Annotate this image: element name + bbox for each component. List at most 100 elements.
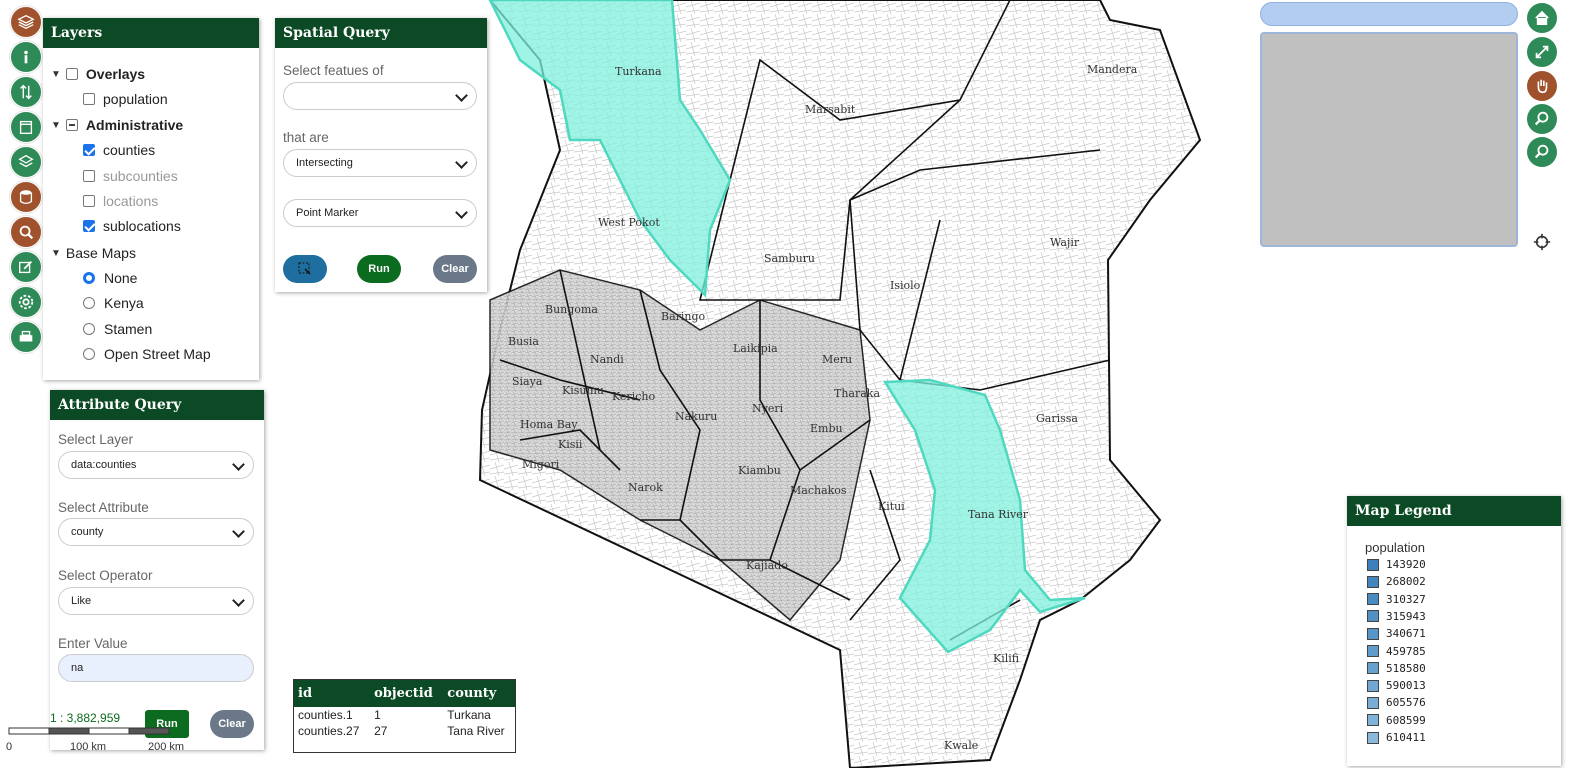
column-header-objectid[interactable]: objectid [370,680,444,707]
table-row[interactable]: counties.1 1 Turkana [294,707,515,723]
spatial-layer-select[interactable] [283,82,477,110]
administrative-checkbox[interactable] [65,119,78,131]
legend-item-label: 143920 [1386,558,1426,571]
attr-value-input[interactable]: na [58,654,254,682]
draw-selection-button[interactable] [283,255,327,283]
spatial-run-button[interactable]: Run [357,255,401,283]
counties-checkbox[interactable] [83,144,95,156]
zoom-out-icon[interactable] [1527,137,1557,167]
label-kilifi: Kilifi [993,652,1020,665]
legend-item: 315943 [1367,610,1426,623]
bookmark-icon[interactable] [10,111,42,143]
legend-swatch [1367,679,1379,692]
swap-icon[interactable] [10,76,42,108]
chevron-down-icon [455,206,468,219]
label-meru: Meru [822,353,852,366]
zoom-in-icon[interactable] [1527,104,1557,134]
chevron-down-icon [232,594,245,607]
spatial-clear-button[interactable]: Clear [433,255,477,283]
layer-counties[interactable]: counties [83,142,155,158]
column-header-id[interactable]: id [294,680,371,707]
edit-icon[interactable] [10,251,42,283]
label-kajiado: Kajiado [746,559,788,572]
table-row[interactable]: counties.27 27 Tana River [294,723,515,739]
label-kisii: Kisii [558,438,583,451]
label-kisumu: Kisumu [562,384,604,397]
layer-locations[interactable]: locations [83,193,158,209]
legend-swatch [1367,731,1379,744]
layer-sublocations[interactable]: sublocations [83,218,181,234]
overlays-checkbox[interactable] [65,68,78,80]
label-baringo: Baringo [661,310,706,323]
basemaps-group[interactable]: ▼ Base Maps [51,245,136,261]
label-tana-river: Tana River [968,508,1029,521]
settings-icon[interactable] [10,286,42,318]
home-icon[interactable] [1527,3,1557,33]
overlays-group[interactable]: ▼ Overlays [51,66,145,82]
basemap-osm-radio[interactable] [83,348,95,360]
legend-item: 143920 [1367,558,1426,571]
legend-swatch [1367,593,1379,606]
scale-bar: 1 : 3,882,959 0 100 km 200 km [6,711,188,758]
basemap-stamen-radio[interactable] [83,323,95,335]
basemap-stamen[interactable]: Stamen [83,321,152,337]
cell-county: Turkana [447,708,491,722]
basemap-none-radio[interactable] [83,272,95,284]
legend-item-label: 268002 [1386,575,1426,589]
geocoder-search-bar[interactable] [1260,2,1518,26]
chevron-down-icon[interactable]: ▼ [51,248,61,259]
label-embu: Embu [810,422,843,435]
attr-attribute-select[interactable]: county [58,518,254,546]
search-icon[interactable] [10,216,42,248]
basemap-osm[interactable]: Open Street Map [83,346,211,362]
layers-panel: Layers ▼ Overlays population ▼ Administrat… [43,18,259,380]
chevron-down-icon [232,525,245,538]
label-kericho: Kericho [612,390,655,403]
basemap-none[interactable]: None [83,270,137,286]
pan-hand-icon[interactable] [1527,71,1557,101]
subcounties-checkbox[interactable] [83,170,95,182]
administrative-group[interactable]: ▼ Administrative [51,117,183,133]
attr-layer-select[interactable]: data:counties [58,451,254,479]
label-mandera: Mandera [1087,63,1138,76]
attr-clear-button[interactable]: Clear [210,710,254,738]
label-migori: Migori [522,458,560,471]
chevron-down-icon[interactable]: ▼ [51,120,61,131]
column-header-county[interactable]: county [443,680,515,707]
select-features-label: Select featues of [283,63,384,78]
legend-item-label: 340671 [1386,627,1426,641]
layer-subcounties[interactable]: subcounties [83,168,178,184]
database-icon[interactable] [10,181,42,213]
cell-id: counties.1 [298,708,353,722]
attribute-query-title: Attribute Query [50,390,264,420]
spatial-marker-select[interactable]: Point Marker [283,199,477,227]
cell-objectid: 1 [374,708,381,722]
sublocations-checkbox[interactable] [83,220,95,232]
chevron-down-icon[interactable]: ▼ [51,69,61,80]
layer-population[interactable]: population [83,91,168,107]
legend-item-label: 459785 [1386,644,1426,658]
scale-ratio: 1 : 3,882,959 [50,711,121,725]
cell-county: Tana River [447,724,505,738]
locations-checkbox[interactable] [83,195,95,207]
population-checkbox[interactable] [83,93,95,105]
print-icon[interactable] [10,321,42,353]
table-header-row: id objectid county [294,680,515,707]
locate-crosshair-icon[interactable] [1527,227,1557,257]
attr-operator-select[interactable]: Like [58,587,254,615]
spatial-query-title: Spatial Query [275,18,487,48]
query-result-table: id objectid county counties.1 1 Turkana … [293,679,516,753]
label-west-pokot: West Pokot [598,216,660,229]
layers-icon[interactable] [10,6,42,38]
legend-item: 459785 [1367,645,1426,658]
legend-swatch [1367,662,1379,675]
layers-stack-icon[interactable] [10,146,42,178]
basemap-kenya-radio[interactable] [83,297,95,309]
basemap-kenya[interactable]: Kenya [83,295,144,311]
label-busia: Busia [508,335,539,348]
info-icon[interactable] [10,41,42,73]
overview-map[interactable] [1260,32,1518,247]
chevron-down-icon [455,89,468,102]
fullscreen-icon[interactable] [1527,37,1557,67]
spatial-relation-select[interactable]: Intersecting [283,149,477,177]
